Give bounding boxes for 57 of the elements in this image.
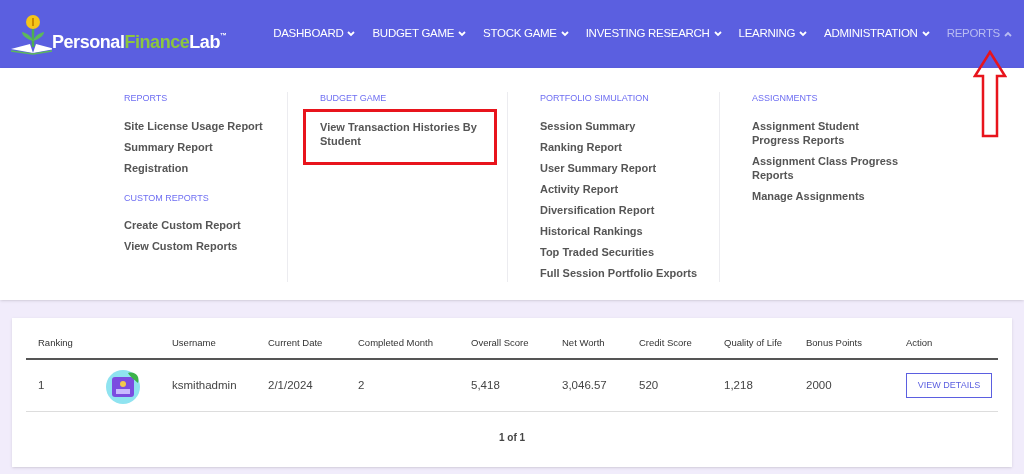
column-header: Overall Score: [471, 336, 530, 350]
column-header: Current Date: [268, 336, 324, 350]
column-header: Credit Score: [639, 336, 693, 350]
logo-icon: [8, 13, 52, 55]
column-header: Action: [906, 336, 934, 350]
menu-link[interactable]: View Custom Reports: [124, 239, 294, 253]
chevron-down-icon: [713, 31, 722, 37]
menu-link[interactable]: User Summary Report: [540, 160, 720, 175]
menu-link[interactable]: Full Session Portfolio Exports: [540, 265, 720, 280]
pagination-label: 1 of 1: [498, 431, 526, 446]
table-cell-text: ksmithadmin: [172, 378, 238, 394]
menu-link[interactable]: Top Traded Securities: [540, 244, 720, 259]
menu-link[interactable]: View Transaction Histories By Student: [320, 119, 484, 148]
table-cell-text: 3,046.57: [562, 378, 608, 394]
table-cell-text: 2: [358, 378, 366, 394]
column-header: Quality of Life: [724, 336, 784, 350]
chevron-down-icon: [458, 31, 467, 37]
chevron-down-icon: [799, 31, 808, 37]
nav-menu-item[interactable]: DASHBOARD: [273, 25, 356, 43]
menu-link[interactable]: Create Custom Report: [124, 218, 294, 232]
chevron-down-icon: [921, 31, 930, 37]
menu-link[interactable]: Session Summary: [540, 118, 720, 133]
menu-section-heading: REPORTS: [124, 92, 169, 105]
chevron-up-icon: [1004, 31, 1012, 37]
menu-link[interactable]: Manage Assignments: [752, 188, 907, 203]
menu-link[interactable]: Diversification Report: [540, 202, 720, 217]
menu-section-heading: ASSIGNMENTS: [752, 92, 819, 105]
nav-menu-item[interactable]: LEARNING: [738, 25, 808, 43]
menu-link[interactable]: Assignment Class Progress Reports: [752, 153, 907, 182]
nav-menu-item[interactable]: ADMINISTRATION: [824, 25, 930, 43]
column-header: Net Worth: [562, 336, 606, 350]
column-header: Ranking: [38, 336, 74, 350]
table-cell-text: 2000: [806, 378, 833, 394]
menu-link[interactable]: Historical Rankings: [540, 223, 720, 238]
menu-link[interactable]: Summary Report: [124, 139, 294, 154]
nav-menu-item[interactable]: BUDGET GAME: [372, 25, 467, 43]
chevron-down-icon: [347, 31, 356, 37]
table-cell-text: 2/1/2024: [268, 378, 314, 394]
menu-section-heading: PORTFOLIO SIMULATION: [540, 92, 650, 105]
column-header: Bonus Points: [806, 336, 863, 350]
table-cell-text: 1,218: [724, 378, 754, 394]
menu-link[interactable]: Activity Report: [540, 181, 720, 196]
view-details-button[interactable]: VIEW DETAILS: [906, 373, 992, 399]
table-cell-text: 520: [639, 378, 660, 394]
menu-link[interactable]: Ranking Report: [540, 139, 720, 154]
menu-link[interactable]: Registration: [124, 160, 294, 175]
menu-link[interactable]: Site License Usage Report: [124, 118, 294, 133]
table-cell-text: 1: [38, 378, 46, 394]
column-header: Username: [172, 336, 217, 350]
nav-menu-item[interactable]: INVESTING RESEARCH: [585, 25, 722, 43]
nav-menu-item[interactable]: STOCK GAME: [483, 25, 569, 43]
menu-section-heading: BUDGET GAME: [320, 92, 388, 105]
column-header: Completed Month: [358, 336, 434, 350]
menu-link[interactable]: Assignment Student Progress Reports: [752, 118, 907, 147]
chevron-down-icon: [560, 31, 569, 37]
menu-section-heading: CUSTOM REPORTS: [124, 191, 210, 205]
table-cell-text: 5,418: [471, 378, 501, 394]
